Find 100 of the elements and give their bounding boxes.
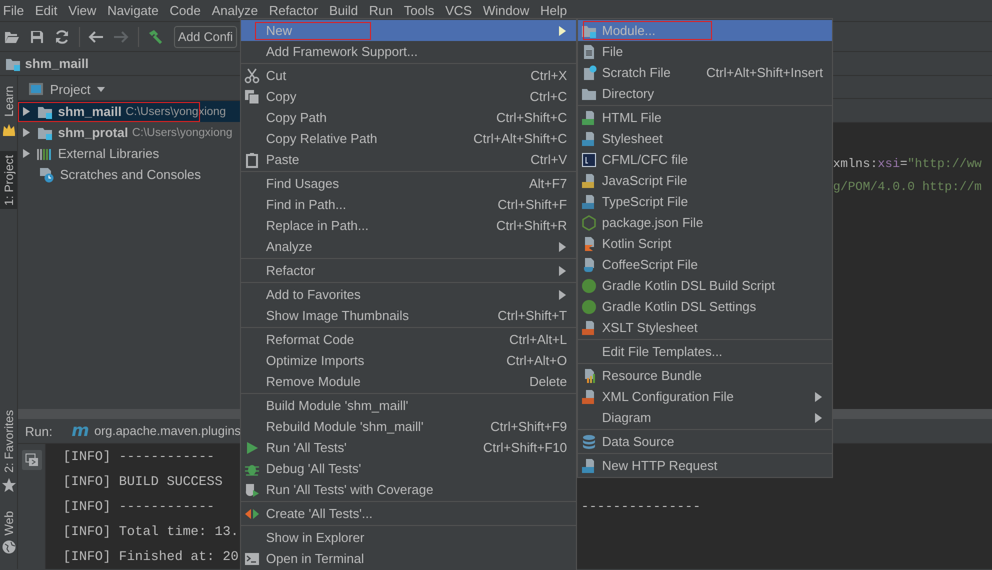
- menu-item[interactable]: Gradle Kotlin DSL Settings: [578, 296, 832, 317]
- tree-item[interactable]: External Libraries: [18, 143, 240, 164]
- menu-item[interactable]: File: [578, 41, 832, 62]
- caret-icon[interactable]: [96, 86, 106, 92]
- menu-bar-item[interactable]: Edit: [34, 3, 58, 18]
- menu-item[interactable]: Debug 'All Tests': [241, 458, 576, 479]
- windows-icon[interactable]: [22, 450, 42, 470]
- menu-item[interactable]: Show Image Thumbnails Ctrl+Shift+T: [241, 305, 576, 326]
- code-line: xmlns:xsi="http://ww: [833, 156, 982, 173]
- console-line: [INFO] ------------: [63, 498, 216, 516]
- menu-item[interactable]: Stylesheet: [578, 128, 832, 149]
- shortcut-text: Ctrl+Alt+L: [509, 332, 567, 347]
- menu-item[interactable]: Kotlin Script: [578, 233, 832, 254]
- menu-item[interactable]: JavaScript File: [578, 170, 832, 191]
- menu-item[interactable]: Replace in Path... Ctrl+Shift+R: [241, 215, 576, 236]
- menu-item[interactable]: Open in Terminal: [241, 548, 576, 569]
- play-icon: [244, 440, 260, 456]
- menu-item[interactable]: Run 'All Tests' with Coverage: [241, 479, 576, 500]
- side-tab[interactable]: 1: Project: [0, 150, 17, 210]
- menu-item[interactable]: Rebuild Module 'shm_maill' Ctrl+Shift+F9: [241, 416, 576, 437]
- menu-item[interactable]: Analyze: [241, 236, 576, 257]
- menu-item[interactable]: Run 'All Tests' Ctrl+Shift+F10: [241, 437, 576, 458]
- square-icon: [581, 152, 597, 168]
- menu-item[interactable]: Build Module 'shm_maill': [241, 395, 576, 416]
- menu-item[interactable]: Copy Ctrl+C: [241, 86, 576, 107]
- menu-item[interactable]: Show in Explorer: [241, 527, 576, 548]
- menu-item[interactable]: Optimize Imports Ctrl+Alt+O: [241, 350, 576, 371]
- menu-item[interactable]: XSLT Stylesheet: [578, 317, 832, 338]
- menu-item[interactable]: HTML File: [578, 107, 832, 128]
- panel-view-dropdown[interactable]: Project: [50, 82, 90, 96]
- menu-item[interactable]: CoffeeScript File: [578, 254, 832, 275]
- run-tab[interactable]: org.apache.maven.plugins: [94, 424, 241, 438]
- menu-item[interactable]: Refactor: [241, 260, 576, 281]
- console-line: ---------------: [581, 498, 702, 516]
- side-tab[interactable]: Web: [0, 506, 17, 559]
- collapsed-arrow-icon[interactable]: [22, 128, 31, 137]
- menu-item[interactable]: Copy Path Ctrl+Shift+C: [241, 107, 576, 128]
- menu-item[interactable]: Find Usages Alt+F7: [241, 173, 576, 194]
- menu-bar-item[interactable]: Refactor: [268, 3, 318, 18]
- menu-item[interactable]: Paste Ctrl+V: [241, 149, 576, 170]
- menu-item[interactable]: CFML/CFC file: [578, 149, 832, 170]
- menu-bar-item[interactable]: File: [3, 3, 24, 18]
- hammer-icon[interactable]: [147, 28, 163, 44]
- shortcut-text: Ctrl+Shift+F9: [490, 419, 567, 434]
- menu-item[interactable]: Find in Path... Ctrl+Shift+F: [241, 194, 576, 215]
- shortcut-text: Ctrl+Alt+Shift+Insert: [706, 65, 823, 80]
- file-clock-icon: [39, 166, 55, 182]
- terminal-icon: [244, 550, 260, 566]
- menu-item[interactable]: New HTTP Request: [578, 455, 832, 476]
- menu-item[interactable]: Remove Module Delete: [241, 371, 576, 392]
- menu-item[interactable]: Data Source: [578, 431, 832, 452]
- menu-item[interactable]: Add Framework Support...: [241, 41, 576, 62]
- shortcut-text: Ctrl+Alt+Shift+C: [473, 131, 567, 146]
- menu-bar-item[interactable]: Window: [482, 3, 530, 18]
- menu-item[interactable]: Resource Bundle: [578, 365, 832, 386]
- menu-bar-item[interactable]: Code: [170, 3, 201, 18]
- console-line: [INFO] Total time: 13.: [63, 523, 240, 541]
- side-tab[interactable]: Learn: [0, 82, 17, 141]
- menu-bar-item[interactable]: Run: [369, 3, 393, 18]
- menu-bar-item[interactable]: View: [68, 3, 96, 18]
- circle-icon: [581, 298, 597, 314]
- clipboard-icon: [244, 152, 260, 168]
- menu-item[interactable]: Scratch File Ctrl+Alt+Shift+Insert: [578, 62, 832, 83]
- code-line: g/POM/4.0.0 http://m: [833, 179, 982, 196]
- menu-item[interactable]: TypeScript File: [578, 191, 832, 212]
- menu-bar-item[interactable]: Build: [329, 3, 358, 18]
- window-icon: [28, 81, 44, 97]
- collapsed-arrow-icon[interactable]: [22, 107, 31, 116]
- menu-item[interactable]: Reformat Code Ctrl+Alt+L: [241, 329, 576, 350]
- shortcut-text: Ctrl+Shift+F10: [483, 440, 567, 455]
- menu-item[interactable]: Add to Favorites: [241, 284, 576, 305]
- shortcut-text: Delete: [529, 374, 567, 389]
- back-arrow-icon[interactable]: [88, 28, 104, 44]
- menu-item[interactable]: Directory: [578, 83, 832, 104]
- file-icon: [581, 44, 597, 60]
- tree-item[interactable]: shm_protal C:\Users\yongxiong: [18, 122, 240, 143]
- console-line: [INFO] BUILD SUCCESS: [63, 473, 224, 491]
- run-configuration-dropdown[interactable]: Add Confi: [174, 26, 237, 48]
- menu-bar-item[interactable]: Navigate: [107, 3, 159, 18]
- menu-item[interactable]: Gradle Kotlin DSL Build Script: [578, 275, 832, 296]
- file-icon: [581, 130, 597, 146]
- menu-item[interactable]: Copy Relative Path Ctrl+Alt+Shift+C: [241, 128, 576, 149]
- tree-item[interactable]: Scratches and Consoles: [18, 164, 240, 185]
- menu-bar-item[interactable]: Analyze: [212, 3, 258, 18]
- shortcut-text: Alt+F7: [529, 176, 567, 191]
- menu-item[interactable]: Diagram: [578, 407, 832, 428]
- sync-icon[interactable]: [54, 28, 70, 44]
- menu-bar-item[interactable]: Help: [540, 3, 567, 18]
- menu-bar-item[interactable]: Tools: [404, 3, 434, 18]
- breadcrumb[interactable]: shm_maill: [25, 56, 89, 71]
- menu-item[interactable]: Edit File Templates...: [578, 341, 832, 362]
- menu-item[interactable]: Create 'All Tests'...: [241, 503, 576, 524]
- side-tab[interactable]: 2: Favorites: [0, 406, 17, 497]
- menu-item[interactable]: package.json File: [578, 212, 832, 233]
- menu-item[interactable]: XML Configuration File: [578, 386, 832, 407]
- save-icon[interactable]: [29, 28, 45, 44]
- menu-bar-item[interactable]: VCS: [445, 3, 472, 18]
- collapsed-arrow-icon[interactable]: [22, 149, 31, 158]
- menu-item[interactable]: Cut Ctrl+X: [241, 65, 576, 86]
- shortcut-text: Ctrl+Shift+T: [498, 308, 567, 323]
